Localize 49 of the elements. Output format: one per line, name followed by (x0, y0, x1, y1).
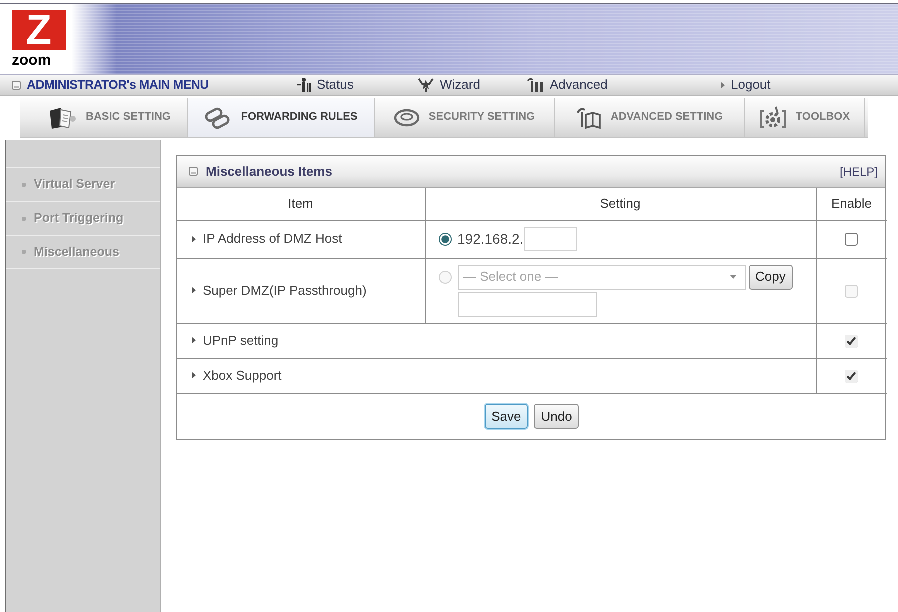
caret-icon (730, 275, 736, 279)
triangle-icon (192, 337, 196, 344)
main-menu-link[interactable]: ADMINISTRATOR's MAIN MENU (27, 76, 209, 94)
column-header: Enable (816, 188, 887, 220)
tab[interactable]: FORWARDING RULES (188, 98, 375, 137)
menu-link[interactable]: Logout (721, 75, 771, 95)
logo-text: zoom (12, 52, 52, 69)
checkbox[interactable] (845, 334, 858, 348)
action-button[interactable]: Undo (534, 404, 580, 429)
person-icon (297, 78, 311, 92)
triangle-icon (192, 372, 196, 379)
logo-mark: Z (12, 10, 66, 50)
antenna-book-icon (576, 106, 602, 128)
panel-title: Miscellaneous Items (206, 162, 332, 181)
menu-link[interactable]: Advanced (527, 75, 608, 95)
bullet-icon (22, 250, 26, 254)
item-label: Xbox Support (203, 366, 282, 385)
checkbox[interactable] (845, 233, 858, 246)
star-icon (418, 78, 434, 92)
input-field[interactable] (458, 292, 596, 316)
bars-icon (527, 78, 544, 92)
ring-icon (394, 108, 420, 126)
menu-link[interactable]: Status (297, 75, 354, 95)
column-header: Item (177, 188, 425, 220)
triangle-icon (192, 236, 196, 242)
item-label: UPnP setting (203, 332, 279, 350)
folder-icon (49, 106, 78, 130)
input-field[interactable] (524, 227, 577, 251)
radio-button[interactable] (438, 232, 452, 246)
item-label: Super DMZ(IP Passthrough) (203, 282, 367, 300)
chain-link-icon (204, 106, 232, 128)
bullet-icon (22, 182, 26, 186)
tab[interactable]: BASIC SETTING (33, 98, 188, 137)
action-button[interactable]: Save (484, 404, 528, 429)
column-header: Setting (425, 188, 816, 220)
gear-icon (758, 106, 787, 130)
bullet-icon (22, 216, 26, 220)
help-link[interactable]: [HELP] (840, 162, 878, 180)
checkbox[interactable] (845, 370, 858, 383)
triangle-icon (721, 82, 725, 88)
square-icon (189, 167, 198, 176)
tab[interactable]: SECURITY SETTING (375, 98, 555, 137)
tab[interactable]: TOOLBOX (745, 98, 865, 137)
tab[interactable]: ADVANCED SETTING (555, 98, 745, 137)
ip-prefix: 192.168.2. (458, 230, 524, 248)
menu-link[interactable]: Wizard (418, 75, 480, 95)
square-icon (12, 80, 21, 90)
item-label: IP Address of DMZ Host (203, 230, 342, 248)
triangle-icon (192, 287, 196, 294)
